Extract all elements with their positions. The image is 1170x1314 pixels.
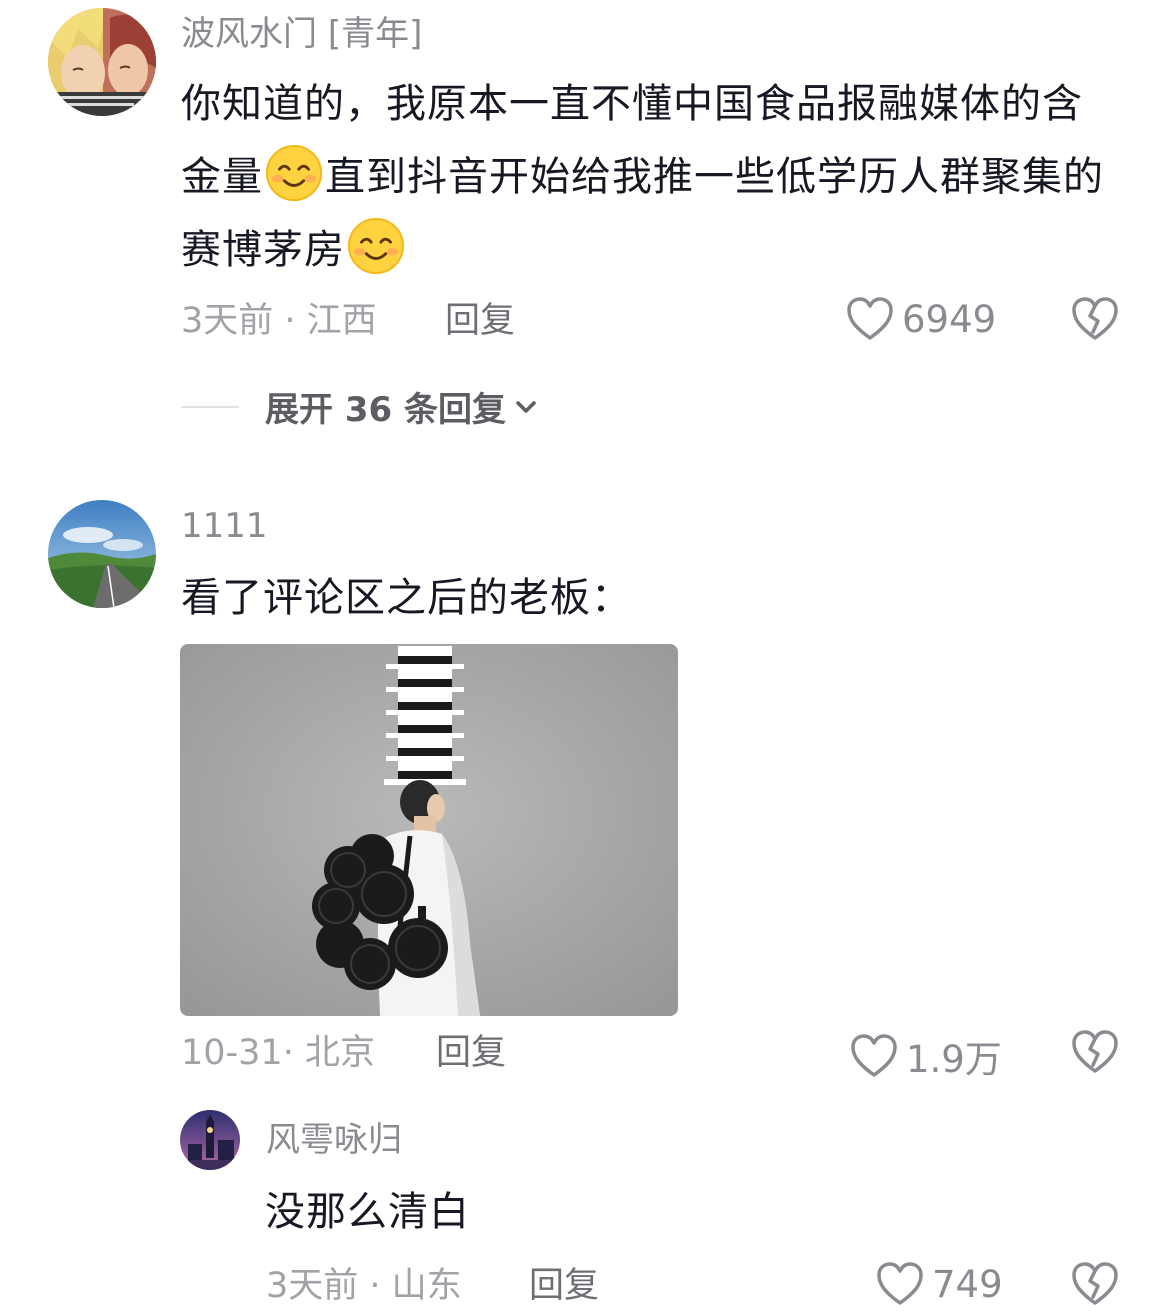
like-button[interactable]: 6949	[846, 296, 996, 342]
comment-text: 没那么清白	[265, 1189, 470, 1235]
smile-emoji-icon	[347, 217, 405, 275]
user-tag: [青年]	[327, 14, 423, 54]
comment-meta: 10-31· 北京	[181, 1033, 375, 1073]
comment-meta: 3天前 · 山东	[266, 1266, 462, 1306]
chevron-down-icon	[516, 400, 536, 413]
username[interactable]: 1111	[181, 506, 268, 546]
reply-item: 风雩咏归 没那么清白 3天前 · 山东 回复 749	[0, 1100, 1170, 1314]
heart-outline-icon	[847, 297, 893, 340]
comment-item: 波风水门 [青年] 你知道的，我原本一直不懂中国食品报融媒体的含金量 直到抖音开…	[0, 0, 1170, 480]
like-button[interactable]: 1.9万	[850, 1029, 1002, 1083]
expand-replies-label[interactable]: 展开 36 条回复	[265, 382, 506, 431]
expand-replies[interactable]: 展开 36 条回复	[181, 382, 540, 431]
divider	[181, 405, 239, 408]
comment-text: 你知道的，我原本一直不懂中国食品报融媒体的含金量 直到抖音开始给我推一些低学历人…	[181, 68, 1121, 287]
heart-outline-icon	[851, 1034, 897, 1077]
like-button[interactable]: 749	[876, 1261, 1003, 1307]
like-count: 749	[932, 1262, 1003, 1306]
reply-button[interactable]: 回复	[529, 1266, 599, 1306]
like-count: 1.9万	[906, 1038, 1002, 1081]
reply-button[interactable]: 回复	[445, 301, 515, 341]
avatar[interactable]	[48, 8, 156, 116]
comment-meta: 3天前 · 江西	[181, 301, 377, 341]
broken-heart-icon	[1072, 1030, 1118, 1073]
reply-button[interactable]: 回复	[436, 1033, 506, 1073]
heart-outline-icon	[877, 1262, 923, 1305]
broken-heart-icon	[1072, 1262, 1118, 1305]
dislike-button[interactable]	[1071, 296, 1119, 346]
comment-item: 1111 看了评论区之后的老板： 10-31· 北京 回复 1.9万	[0, 480, 1170, 1100]
comment-text: 看了评论区之后的老板：	[181, 575, 632, 621]
dislike-button[interactable]	[1071, 1029, 1119, 1079]
username[interactable]: 波风水门 [青年]	[181, 14, 422, 54]
like-count: 6949	[902, 297, 997, 341]
dislike-button[interactable]	[1071, 1261, 1119, 1311]
broken-heart-icon	[1072, 297, 1118, 340]
username-text[interactable]: 波风水门	[181, 14, 317, 54]
smile-emoji-icon	[265, 144, 323, 202]
username[interactable]: 风雩咏归	[266, 1120, 402, 1160]
avatar[interactable]	[180, 1110, 240, 1170]
avatar[interactable]	[48, 500, 156, 608]
comment-image[interactable]	[180, 644, 678, 1016]
